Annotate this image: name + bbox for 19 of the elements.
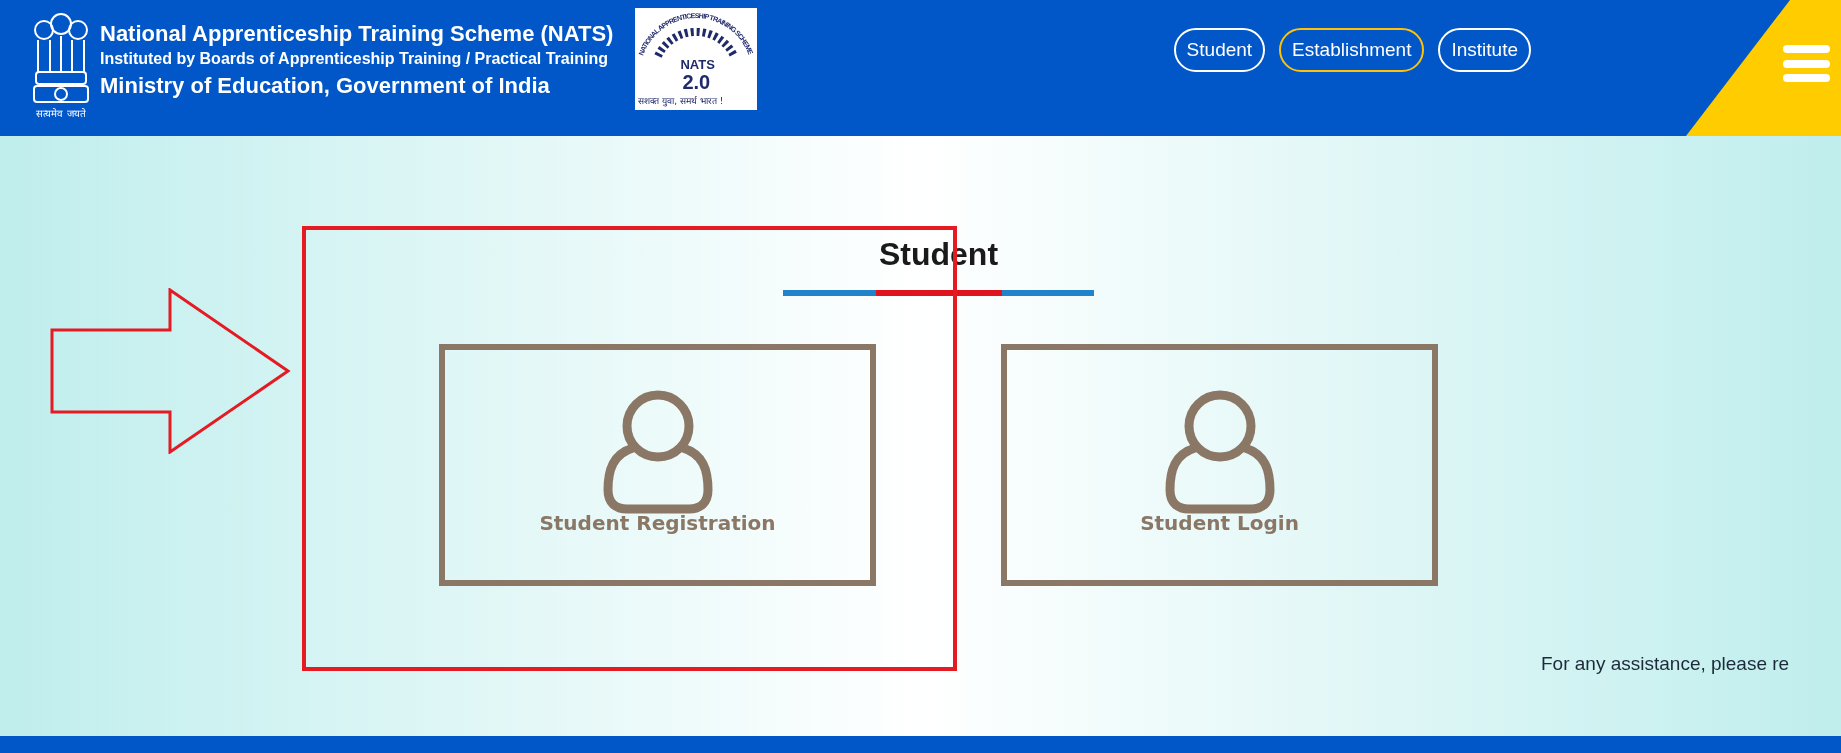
- site-title: National Apprenticeship Training Scheme (NATS): [100, 20, 614, 48]
- emblem-icon: [30, 10, 92, 106]
- option-card[interactable]: Student Registration: [439, 344, 876, 586]
- logo-version: 2.0: [682, 72, 711, 93]
- card-label: Student Registration: [539, 510, 776, 536]
- ministry-name: Ministry of Education, Government of India: [100, 72, 551, 100]
- emblem-motto: सत्यमेव जयते: [36, 109, 86, 119]
- nav-button[interactable]: Institute: [1438, 28, 1531, 72]
- logo-tagline: सशक्त युवा, समर्थ भारत !: [638, 96, 724, 107]
- option-card[interactable]: Student Login: [1001, 344, 1438, 586]
- nav-button[interactable]: Student: [1173, 28, 1266, 72]
- assistance-text: For any assistance, please re: [1541, 652, 1790, 676]
- user-icon: [602, 390, 713, 514]
- nav-button[interactable]: Establishment: [1279, 28, 1425, 72]
- site-subtitle: Instituted by Boards of Apprenticeship Training / Practical Training: [100, 49, 609, 69]
- user-icon: [1164, 390, 1275, 514]
- logo-name: NATS: [680, 58, 715, 72]
- menu-icon[interactable]: [1783, 45, 1830, 82]
- card-label: Student Login: [1140, 510, 1299, 536]
